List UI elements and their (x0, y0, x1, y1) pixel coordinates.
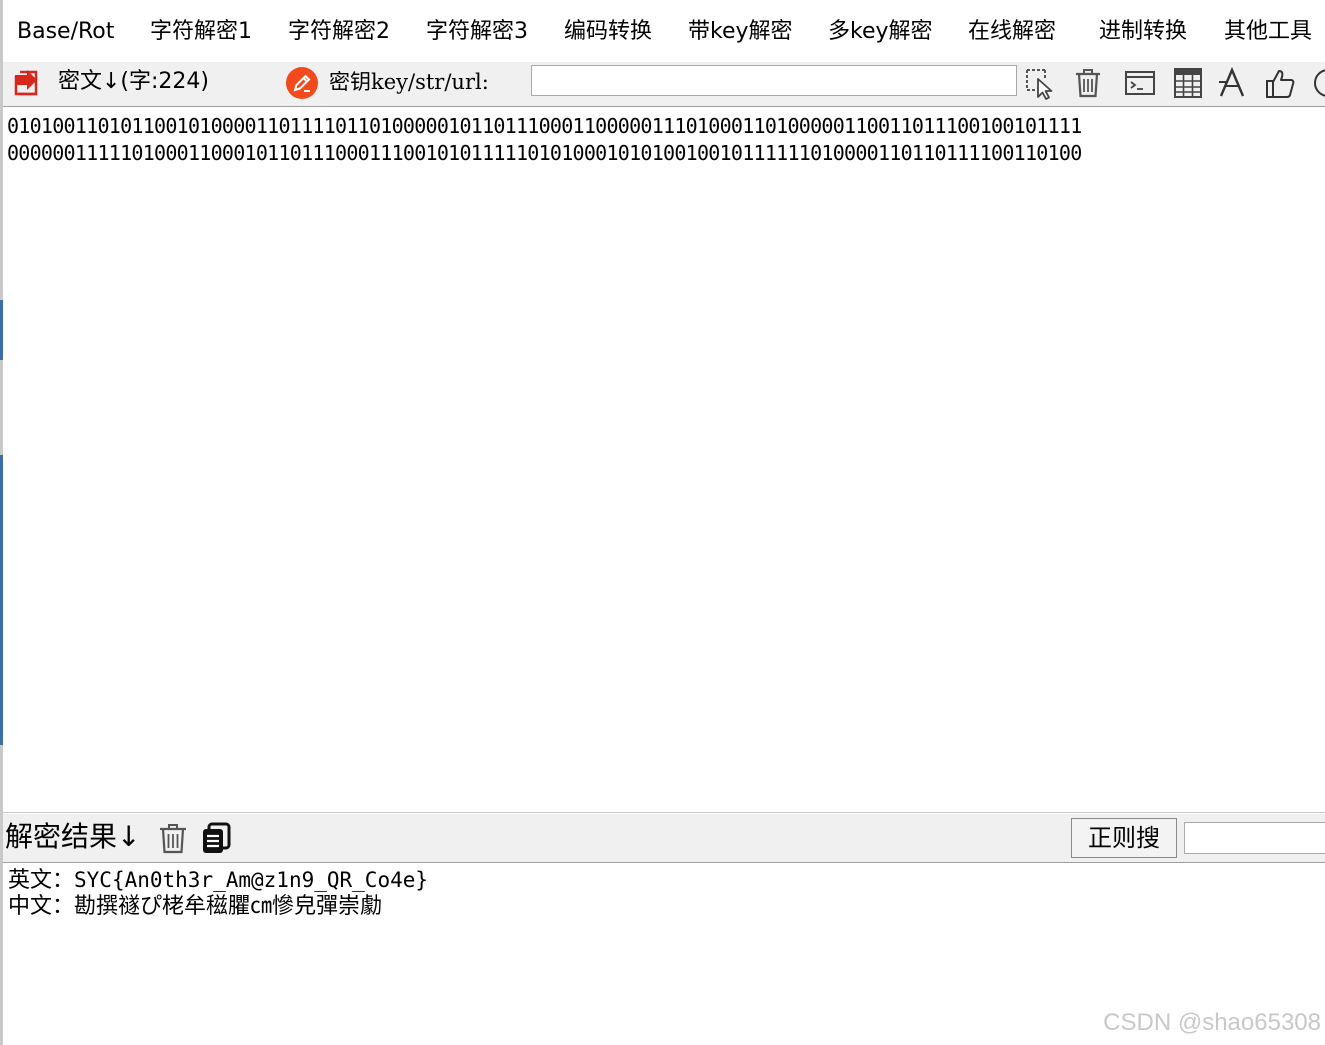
cipher-line: 0000001111101000110001011011100011100101… (7, 141, 1082, 165)
regex-input[interactable] (1184, 822, 1325, 854)
result-toolbar: 解密结果↓ 正则搜 (3, 814, 1325, 862)
trash-icon[interactable] (1071, 66, 1105, 100)
font-icon[interactable] (1216, 66, 1250, 100)
menu-encoding-convert[interactable]: 编码转换 (564, 14, 652, 50)
menu-multi-key-decrypt[interactable]: 多key解密 (828, 14, 933, 50)
result-label: 解密结果↓ (5, 820, 141, 853)
menu-base-convert[interactable]: 进制转换 (1099, 14, 1187, 50)
result-trash-icon[interactable] (156, 820, 190, 856)
menu-char-decrypt-1[interactable]: 字符解密1 (150, 14, 252, 50)
cipher-line: 0101001101011001010000110111101101000001… (7, 114, 1082, 138)
chinese-label: 中文： (8, 894, 75, 919)
english-value: SYC{An0th3r_Am@z1n9_QR_Co4e} (74, 868, 429, 892)
thumbs-up-icon[interactable] (1263, 66, 1297, 100)
key-label: 密钥key/str/url: (329, 70, 489, 94)
menu-bar: Base/Rot 字符解密1 字符解密2 字符解密3 编码转换 带key解密 多… (3, 0, 1325, 62)
menu-base-rot[interactable]: Base/Rot (17, 14, 114, 50)
terminal-icon[interactable] (1123, 66, 1157, 100)
more-options-icon[interactable] (1311, 66, 1325, 100)
copy-icon[interactable] (199, 820, 233, 856)
chinese-value: 勘撰禭ぴ栳牟稵臞㎝慘皃彈崇勮 (74, 894, 383, 919)
menu-char-decrypt-2[interactable]: 字符解密2 (288, 14, 390, 50)
calculator-icon[interactable] (1171, 66, 1205, 100)
regex-search-button[interactable]: 正则搜 (1071, 818, 1177, 858)
select-cursor-icon[interactable] (1023, 66, 1057, 100)
menu-other-tools[interactable]: 其他工具 (1224, 14, 1312, 50)
result-divider-top (3, 812, 1325, 813)
result-chinese-line: 中文：勘撰禭ぴ栳牟稵臞㎝慘皃彈崇勮 (8, 894, 1325, 920)
key-input[interactable] (531, 65, 1017, 96)
toolbar: 密文↓(字:224) 密钥key/str/url: (3, 62, 1325, 106)
watermark: CSDN @shao65308 (1103, 1009, 1321, 1036)
menu-online-decrypt[interactable]: 在线解密 (968, 14, 1056, 50)
menu-char-decrypt-3[interactable]: 字符解密3 (426, 14, 528, 50)
import-icon[interactable] (11, 66, 45, 100)
result-english-line: 英文：SYC{An0th3r_Am@z1n9_QR_Co4e} (8, 867, 1325, 894)
english-label: 英文： (8, 868, 75, 893)
cipher-text-area[interactable]: 0101001101011001010000110111101101000001… (3, 107, 1325, 812)
key-edit-icon[interactable] (285, 66, 319, 100)
menu-key-decrypt[interactable]: 带key解密 (688, 14, 793, 50)
cipher-label: 密文↓(字:224) (58, 69, 210, 94)
